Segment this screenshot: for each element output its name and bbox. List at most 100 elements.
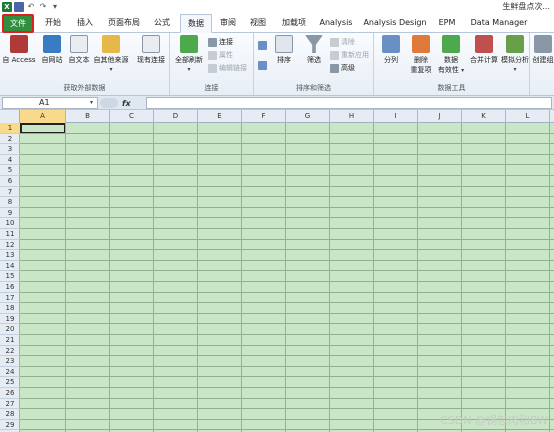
remove-duplicates-button[interactable]: 删除 重复项: [406, 35, 436, 75]
column-header[interactable]: I: [374, 110, 418, 123]
column-header[interactable]: K: [462, 110, 506, 123]
sort-ascending-icon: [258, 41, 267, 50]
tab-view[interactable]: 视图: [244, 14, 272, 33]
row-header[interactable]: 2: [0, 134, 20, 145]
row-header[interactable]: 13: [0, 250, 20, 261]
column-header[interactable]: D: [154, 110, 198, 123]
undo-icon[interactable]: ↶: [26, 2, 36, 12]
save-icon[interactable]: [14, 2, 24, 12]
function-area: fx: [100, 97, 140, 109]
tab-data[interactable]: 数据: [180, 14, 212, 33]
tab-analysis-design[interactable]: Analysis Design: [362, 14, 428, 33]
grid-line: [20, 323, 554, 325]
grid-line: [65, 123, 66, 432]
row-header[interactable]: 24: [0, 367, 20, 378]
tab-page-layout[interactable]: 页面布局: [104, 14, 144, 33]
column-header[interactable]: B: [66, 110, 110, 123]
refresh-icon: [180, 35, 198, 53]
sort-descending-button[interactable]: [258, 61, 269, 70]
chevron-down-icon[interactable]: ▾: [90, 99, 93, 106]
formula-input[interactable]: [146, 97, 552, 109]
select-all-corner[interactable]: [0, 110, 20, 123]
filter-button[interactable]: 筛选: [302, 35, 326, 65]
row-header[interactable]: 27: [0, 399, 20, 410]
column-header[interactable]: L: [506, 110, 550, 123]
edit-links-button[interactable]: 编辑链接: [208, 63, 247, 73]
separator-handle[interactable]: [100, 98, 118, 108]
sort-button[interactable]: 排序: [272, 35, 296, 65]
row-header[interactable]: 1: [0, 123, 20, 134]
what-if-analysis-button[interactable]: 模拟分析 ▾: [500, 35, 530, 73]
row-header[interactable]: 11: [0, 229, 20, 240]
row-header[interactable]: 4: [0, 155, 20, 166]
consolidate-button[interactable]: 合并计算: [468, 35, 500, 65]
row-header[interactable]: 3: [0, 144, 20, 155]
advanced-filter-button[interactable]: 高级: [330, 63, 355, 73]
grid-line: [20, 376, 554, 378]
text-file-icon: [70, 35, 88, 53]
row-header[interactable]: 28: [0, 409, 20, 420]
row-header[interactable]: 9: [0, 208, 20, 219]
cells-area[interactable]: [20, 123, 554, 432]
tab-file[interactable]: 文件: [2, 14, 34, 33]
from-other-sources-button[interactable]: 自其他来源 ▾: [92, 35, 130, 73]
tab-data-manager[interactable]: Data Manager: [468, 14, 530, 33]
customize-icon[interactable]: ▾: [50, 2, 60, 12]
row-header[interactable]: 8: [0, 197, 20, 208]
grid-line: [20, 217, 554, 219]
row-header[interactable]: 19: [0, 314, 20, 325]
excel-icon[interactable]: X: [2, 2, 12, 12]
text-to-columns-button[interactable]: 分列: [378, 35, 404, 65]
row-header[interactable]: 12: [0, 240, 20, 251]
from-text-button[interactable]: 自文本: [66, 35, 92, 65]
column-header[interactable]: C: [110, 110, 154, 123]
row-header[interactable]: 7: [0, 187, 20, 198]
insert-function-icon[interactable]: fx: [122, 99, 131, 108]
grid-line: [20, 196, 554, 198]
refresh-all-button[interactable]: 全部刷新 ▾: [172, 35, 206, 73]
tab-review[interactable]: 审阅: [214, 14, 242, 33]
row-header[interactable]: 22: [0, 346, 20, 357]
worksheet-grid[interactable]: ABCDEFGHIJKL 1 2 3 4 5 6 7 8 9 10 11 12 13 14 15 16 17 18…: [0, 110, 554, 432]
from-web-button[interactable]: 自网站: [38, 35, 66, 65]
column-header[interactable]: F: [242, 110, 286, 123]
name-box[interactable]: A1: [2, 97, 98, 109]
row-header[interactable]: 17: [0, 293, 20, 304]
tab-addins[interactable]: 加载项: [276, 14, 312, 33]
ribbon-tabs: 文件 开始 插入 页面布局 公式 数据 审阅 视图 加载项 Analysis A…: [0, 14, 554, 33]
tab-formulas[interactable]: 公式: [148, 14, 176, 33]
row-header[interactable]: 29: [0, 420, 20, 431]
column-header[interactable]: E: [198, 110, 242, 123]
column-header[interactable]: A: [20, 110, 66, 123]
tab-analysis[interactable]: Analysis: [316, 14, 356, 33]
row-header[interactable]: 26: [0, 388, 20, 399]
row-header[interactable]: 15: [0, 271, 20, 282]
clear-filter-button[interactable]: 清除: [330, 37, 355, 47]
properties-button[interactable]: 属性: [208, 50, 233, 60]
data-validation-button[interactable]: 数据 有效性 ▾: [436, 35, 466, 75]
row-header[interactable]: 16: [0, 282, 20, 293]
tab-home[interactable]: 开始: [38, 14, 68, 33]
from-access-button[interactable]: 自 Access: [2, 35, 36, 65]
row-header[interactable]: 14: [0, 261, 20, 272]
reapply-button[interactable]: 重新应用: [330, 50, 369, 60]
grid-line: [20, 355, 554, 357]
row-header[interactable]: 18: [0, 303, 20, 314]
existing-connections-button[interactable]: 现有连接: [134, 35, 168, 65]
redo-icon[interactable]: ↷: [38, 2, 48, 12]
column-header[interactable]: H: [330, 110, 374, 123]
row-header[interactable]: 20: [0, 324, 20, 335]
row-header[interactable]: 6: [0, 176, 20, 187]
row-header[interactable]: 5: [0, 165, 20, 176]
row-header[interactable]: 10: [0, 218, 20, 229]
row-header[interactable]: 23: [0, 356, 20, 367]
tab-insert[interactable]: 插入: [70, 14, 100, 33]
row-header[interactable]: 21: [0, 335, 20, 346]
tab-epm[interactable]: EPM: [434, 14, 460, 33]
column-header[interactable]: J: [418, 110, 462, 123]
connections-button[interactable]: 连接: [208, 37, 233, 47]
row-header[interactable]: 25: [0, 377, 20, 388]
create-group-button[interactable]: 创建组: [532, 35, 554, 65]
column-header[interactable]: G: [286, 110, 330, 123]
sort-ascending-button[interactable]: [258, 41, 269, 50]
